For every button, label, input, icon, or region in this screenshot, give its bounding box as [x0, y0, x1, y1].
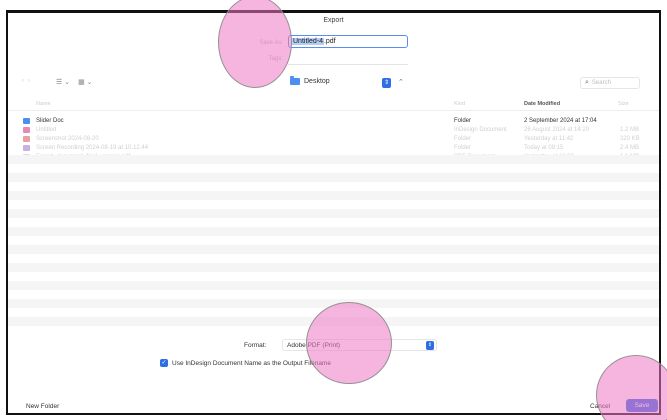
file-size: 2.4 MB — [620, 145, 640, 151]
file-list-header: Name Kind Date Modified Size — [8, 99, 659, 111]
file-row[interactable]: Untitled InDesign Document 26 August 2024 … — [8, 126, 659, 135]
column-kind[interactable]: Kind — [454, 101, 465, 107]
file-kind: InDesign Document — [454, 127, 507, 133]
file-list-empty-rows — [8, 155, 659, 335]
file-row[interactable]: Slider Doc Folder 2 September 2024 at 17:0… — [8, 117, 659, 126]
format-row: Format: Adobe PDF (Print) ⇕ — [8, 339, 659, 353]
column-name[interactable]: Name — [36, 101, 51, 107]
use-document-name-option[interactable]: ✓ Use InDesign Document Name as the Outp… — [160, 359, 331, 367]
search-field[interactable]: ⌕ Search — [580, 77, 640, 89]
column-date-modified[interactable]: Date Modified — [524, 101, 560, 107]
save-as-label: Save As: — [259, 40, 283, 46]
expand-chevron-icon[interactable]: ⌃ — [398, 78, 404, 86]
file-name: Screenshot 2024-08-20 — [36, 136, 99, 142]
file-name: Screen Recording 2024-08-19 at 10.12.44 — [36, 145, 149, 151]
save-as-extension: .pdf — [323, 38, 336, 45]
file-date-modified: 2 September 2024 at 17:04 — [524, 118, 597, 124]
save-as-input[interactable]: Untitled-4 .pdf — [288, 35, 408, 48]
file-size: 1.2 MB — [620, 127, 640, 133]
grid-view-icon[interactable]: ▦ ⌄ — [78, 78, 92, 86]
new-folder-button[interactable]: New Folder — [26, 403, 59, 410]
file-date-modified: Yesterday at 11:42 — [524, 136, 574, 142]
document-icon — [23, 127, 30, 133]
tags-label: Tags: — [268, 56, 283, 62]
folder-icon — [23, 118, 30, 124]
dialog-title: Export — [323, 17, 344, 24]
format-stepper-icon: ⇕ — [426, 341, 434, 350]
file-kind: Folder — [454, 145, 472, 151]
location-popup[interactable]: Desktop — [290, 76, 330, 85]
format-value: Adobe PDF (Print) — [287, 342, 341, 349]
folder-icon — [23, 136, 30, 142]
browser-toolbar: ‹ › ☰ ⌄ ▦ ⌄ Desktop ⇕ ⌃ ⌕ Search — [8, 75, 659, 93]
file-kind: Folder — [454, 136, 472, 142]
folder-icon — [23, 145, 30, 151]
export-dialog: Export Save As: Untitled-4 .pdf Tags: ‹ ›… — [6, 10, 661, 415]
search-placeholder: Search — [591, 80, 611, 86]
back-forward-buttons[interactable]: ‹ › — [22, 78, 31, 84]
file-name: Untitled — [36, 127, 57, 133]
search-icon: ⌕ — [585, 79, 589, 86]
file-date-modified: 26 August 2024 at 14:20 — [524, 127, 590, 133]
file-row[interactable]: Screenshot 2024-08-20 Folder Yesterday at … — [8, 135, 659, 144]
location-stepper-icon[interactable]: ⇕ — [382, 78, 391, 88]
save-as-selected-text: Untitled-4 — [292, 38, 324, 45]
file-size: 320 KB — [620, 136, 640, 142]
folder-icon — [290, 76, 300, 85]
use-document-name-label: Use InDesign Document Name as the Output… — [172, 359, 331, 367]
format-label: Format: — [244, 342, 267, 349]
save-button[interactable]: Save — [626, 399, 658, 412]
location-label: Desktop — [304, 78, 330, 85]
tags-input[interactable] — [288, 64, 408, 65]
use-document-name-checkbox[interactable]: ✓ — [160, 359, 168, 367]
view-mode-buttons: ☰ ⌄ ▦ ⌄ — [56, 78, 93, 86]
cancel-button[interactable]: Cancel — [590, 403, 610, 410]
list-view-icon[interactable]: ☰ ⌄ — [56, 78, 70, 86]
format-select[interactable]: Adobe PDF (Print) ⇕ — [282, 339, 437, 351]
column-size[interactable]: Size — [618, 101, 629, 107]
file-name: Slider Doc — [36, 118, 64, 124]
file-row[interactable]: Screen Recording 2024-08-19 at 10.12.44 F… — [8, 144, 659, 153]
file-date-modified: Today at 09:15 — [524, 145, 564, 151]
file-kind: Folder — [454, 118, 472, 124]
